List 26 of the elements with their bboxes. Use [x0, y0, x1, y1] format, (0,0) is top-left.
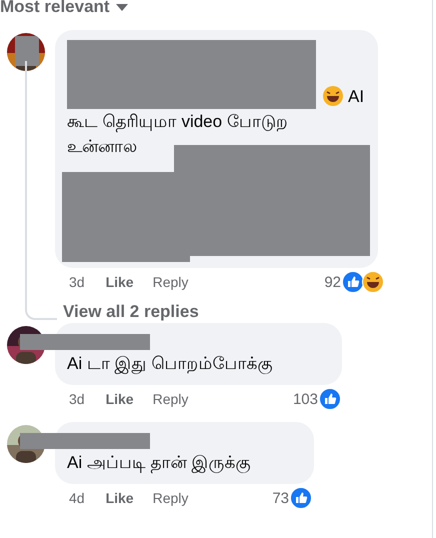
comment-text: Ai அப்படி தான் இருக்கு	[67, 452, 250, 475]
reaction-count[interactable]: 103	[292, 390, 318, 408]
view-replies-link[interactable]: View all 2 replies	[63, 302, 199, 322]
like-link[interactable]: Like	[106, 490, 134, 506]
laughing-emoji-icon	[323, 86, 343, 106]
avatar[interactable]	[7, 33, 45, 71]
reply-link[interactable]: Reply	[152, 274, 188, 290]
reaction-count[interactable]: 73	[272, 490, 289, 506]
comment-text: Ai டா இது பொறம்போக்கு	[67, 353, 272, 376]
like-reaction-icon	[319, 388, 341, 410]
timestamp: 3d	[69, 391, 85, 407]
reply-link[interactable]: Reply	[152, 490, 188, 506]
comment-text: உன்னால	[67, 136, 137, 158]
comment-text: கூட தெரியுமா video போடுற	[67, 111, 288, 134]
like-link[interactable]: Like	[106, 391, 134, 407]
comment-text: AI	[348, 86, 364, 108]
like-reaction-icon	[290, 487, 312, 509]
like-reaction-icon	[342, 271, 364, 293]
sort-label[interactable]: Most relevant	[0, 0, 110, 17]
timestamp: 4d	[69, 490, 85, 506]
laughing-reaction-icon	[362, 271, 384, 293]
caret-icon[interactable]	[116, 4, 128, 10]
reaction-count[interactable]: 92	[324, 274, 341, 290]
like-link[interactable]: Like	[106, 274, 134, 290]
timestamp: 3d	[69, 274, 85, 290]
reply-link[interactable]: Reply	[152, 391, 188, 407]
